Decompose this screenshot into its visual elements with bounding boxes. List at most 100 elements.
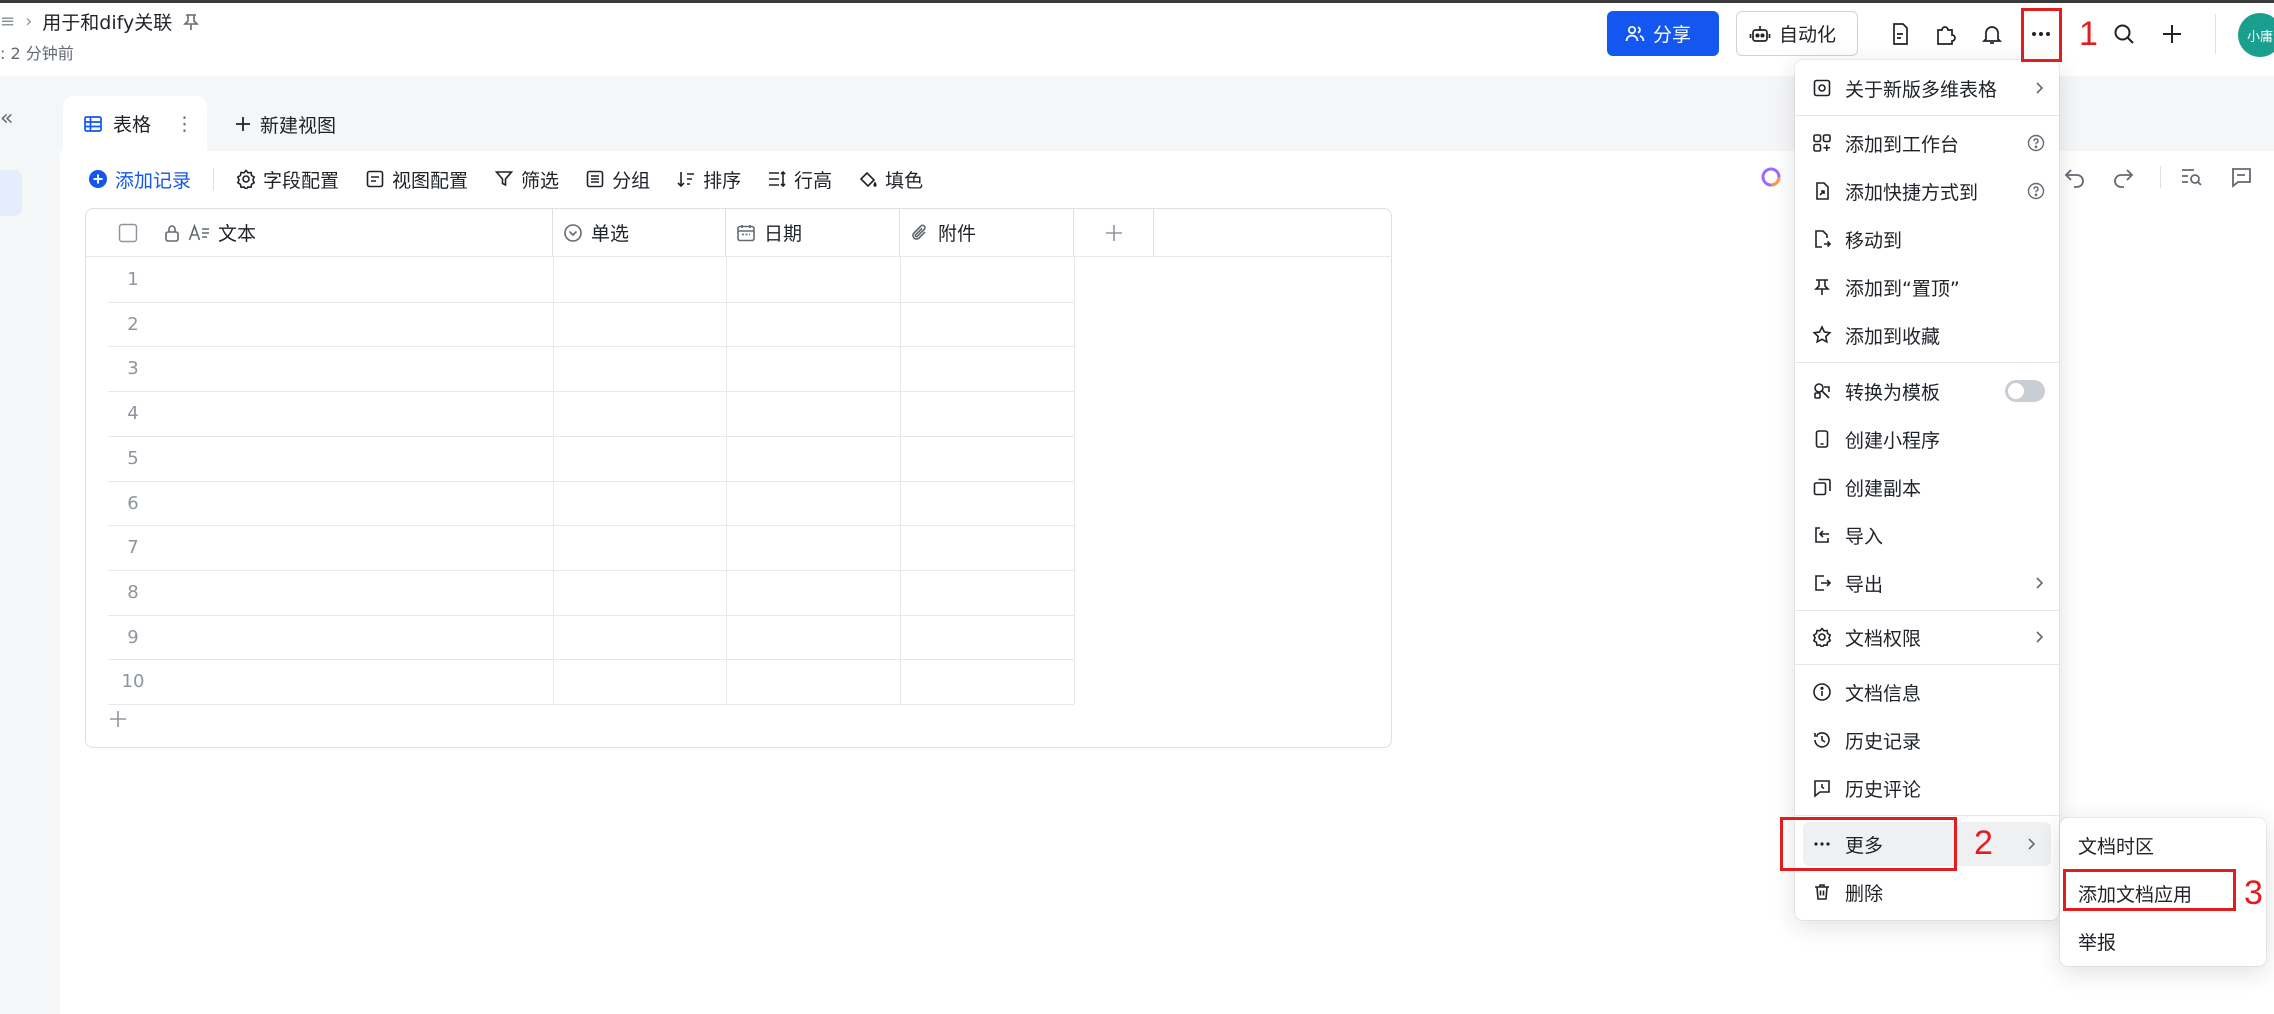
column-divider — [1074, 256, 1075, 704]
menu-divider — [1795, 664, 2059, 665]
template-toggle[interactable] — [2005, 369, 2045, 413]
table-row[interactable]: 1 — [86, 257, 1074, 302]
column-header-attachment[interactable]: 附件 — [900, 209, 1074, 256]
table-row[interactable]: 10 — [86, 659, 1074, 704]
table-row[interactable]: 5 — [86, 436, 1074, 481]
plus-icon — [234, 115, 252, 133]
menu-item-label: 移动到 — [1845, 229, 1903, 252]
new-view-label: 新建视图 — [260, 114, 337, 137]
menu-item-label: 文档信息 — [1845, 682, 1922, 705]
chevron-right-icon — [2025, 822, 2037, 866]
column-header-single-select[interactable]: 单选 — [553, 209, 726, 256]
menu-divider — [1795, 362, 2059, 363]
menu-item-label: 转换为模板 — [1845, 381, 1941, 404]
plus-icon[interactable] — [2155, 17, 2189, 51]
row-number: 5 — [127, 447, 139, 469]
fill-color-button[interactable]: 填色 — [858, 166, 923, 193]
info-icon — [1811, 681, 1833, 703]
menu-item-move-to[interactable]: 移动到 — [1795, 217, 2059, 261]
select-all-checkbox[interactable] — [118, 223, 138, 243]
annotation-box-1 — [2021, 8, 2062, 62]
view-toolbar: 添加记录 字段配置 视图配置 筛选 分组 排序 行高 填色 — [88, 162, 949, 196]
menu-item-label: 创建小程序 — [1845, 429, 1941, 452]
menu-item-label: 删除 — [1845, 882, 1884, 905]
collapse-sidebar-icon[interactable]: « — [0, 106, 13, 131]
plugin-icon[interactable] — [1929, 17, 1963, 51]
add-field-button[interactable] — [1074, 209, 1154, 256]
chevron-right-icon: › — [25, 11, 33, 32]
text-field-icon — [188, 223, 210, 242]
help-icon[interactable] — [2027, 169, 2045, 213]
menu-item-create-miniapp[interactable]: 创建小程序 — [1795, 417, 2059, 461]
search-icon[interactable] — [2107, 17, 2141, 51]
automation-label: 自动化 — [1779, 24, 1837, 46]
undo-icon[interactable] — [2063, 166, 2087, 188]
menu-item-history-comments[interactable]: 历史评论 — [1795, 766, 2059, 810]
row-number: 8 — [127, 581, 139, 603]
column-divider — [726, 256, 727, 704]
submenu-item-timezone[interactable]: 文档时区 — [2078, 832, 2154, 859]
menu-item-add-favorite[interactable]: 添加到收藏 — [1795, 313, 2059, 357]
left-rail — [0, 76, 60, 1014]
table-row[interactable]: 4 — [86, 391, 1074, 436]
add-record-button[interactable]: 添加记录 — [88, 166, 191, 193]
history-icon — [1811, 729, 1833, 751]
view-config-label: 视图配置 — [392, 169, 469, 192]
menu-item-doc-permission[interactable]: 文档权限 — [1795, 615, 2059, 659]
menu-item-pin-top[interactable]: 添加到“置顶” — [1795, 265, 2059, 309]
tab-options-icon[interactable]: ⋮ — [175, 113, 194, 135]
doc-title[interactable]: 用于和dify关联 — [42, 8, 172, 35]
table-row[interactable]: 9 — [86, 615, 1074, 660]
sort-button[interactable]: 排序 — [676, 166, 741, 193]
export-icon — [1811, 572, 1833, 594]
pin-icon[interactable] — [182, 13, 200, 31]
column-header-text[interactable]: 文本 — [86, 209, 553, 256]
shortcut-icon — [1811, 180, 1833, 202]
share-button[interactable]: 分享 — [1607, 11, 1719, 56]
field-config-button[interactable]: 字段配置 — [236, 166, 339, 193]
menu-item-history[interactable]: 历史记录 — [1795, 718, 2059, 762]
comment-icon[interactable] — [2229, 166, 2253, 188]
menu-item-export[interactable]: 导出 — [1795, 561, 2059, 605]
rail-selected-item[interactable] — [0, 170, 22, 216]
table-row[interactable]: 7 — [86, 525, 1074, 570]
search-records-icon[interactable] — [2180, 166, 2204, 188]
menu-item-label: 添加快捷方式到 — [1845, 181, 1979, 204]
group-icon — [585, 169, 605, 189]
column-header-date[interactable]: 日期 — [726, 209, 900, 256]
column-divider — [900, 256, 901, 704]
table-row[interactable]: 3 — [86, 346, 1074, 391]
menu-item-about-new[interactable]: 关于新版多维表格 — [1795, 66, 2059, 110]
row-height-icon — [767, 169, 787, 189]
menu-item-add-shortcut[interactable]: 添加快捷方式到 — [1795, 169, 2059, 213]
redo-icon[interactable] — [2111, 166, 2135, 188]
menu-divider — [1795, 115, 2059, 116]
table-row[interactable]: 6 — [86, 481, 1074, 526]
users-icon — [1625, 25, 1645, 43]
avatar[interactable]: 小庸 — [2238, 13, 2274, 57]
help-icon[interactable] — [2027, 121, 2045, 165]
group-button[interactable]: 分组 — [585, 166, 650, 193]
menu-item-delete[interactable]: 删除 — [1795, 870, 2059, 914]
breadcrumb: ≡ › 用于和dify关联 — [0, 8, 200, 35]
table-row[interactable]: 8 — [86, 570, 1074, 615]
view-config-button[interactable]: 视图配置 — [365, 166, 468, 193]
doc-stats-icon[interactable] — [1883, 17, 1917, 51]
menu-lines-icon[interactable]: ≡ — [0, 11, 15, 32]
table-row[interactable]: 2 — [86, 302, 1074, 347]
bell-icon[interactable] — [1975, 17, 2009, 51]
ai-assistant-icon[interactable] — [1760, 166, 1782, 188]
add-row-button[interactable] — [108, 709, 128, 729]
menu-item-convert-template[interactable]: 转换为模板 — [1795, 369, 2059, 413]
submenu-item-report[interactable]: 举报 — [2078, 928, 2116, 955]
column-divider — [553, 256, 554, 704]
menu-item-doc-info[interactable]: 文档信息 — [1795, 670, 2059, 714]
filter-button[interactable]: 筛选 — [494, 166, 559, 193]
row-height-button[interactable]: 行高 — [767, 166, 832, 193]
menu-item-import[interactable]: 导入 — [1795, 513, 2059, 557]
menu-item-add-workbench[interactable]: 添加到工作台 — [1795, 121, 2059, 165]
automation-button[interactable]: 自动化 — [1736, 11, 1858, 56]
new-view-button[interactable]: 新建视图 — [234, 108, 336, 140]
menu-item-create-copy[interactable]: 创建副本 — [1795, 465, 2059, 509]
tab-table-view[interactable]: 表格 ⋮ — [63, 96, 207, 151]
